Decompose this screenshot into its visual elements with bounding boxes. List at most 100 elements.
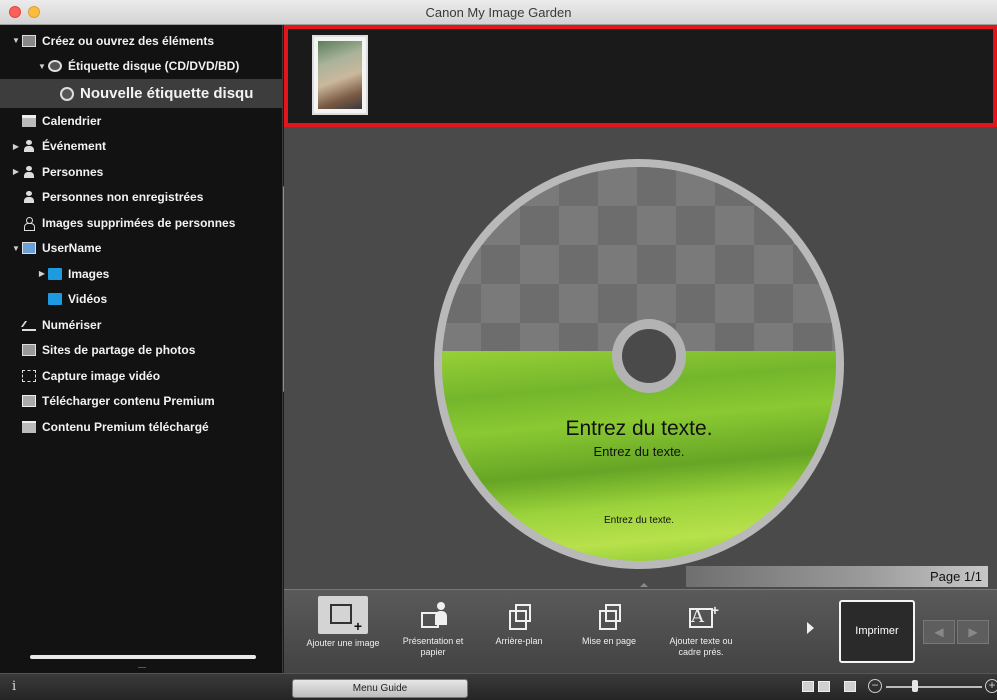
- unregistered-person-icon: [22, 191, 36, 204]
- disc-text-large[interactable]: Entrez du texte.: [434, 417, 844, 441]
- page-nav-buttons: ◀ ▶: [923, 620, 989, 644]
- sidebar-item-images[interactable]: ▶ Images: [0, 261, 283, 287]
- thumbnail-photo: [318, 41, 362, 109]
- sidebar-item-event[interactable]: ▶ Événement: [0, 134, 283, 160]
- presentation-paper-label: Présentation et papier: [402, 636, 464, 657]
- sidebar-item-label: Images: [68, 266, 110, 281]
- sidebar-item-calendar[interactable]: Calendrier: [0, 108, 283, 134]
- collapse-triangle-icon[interactable]: ▶: [10, 142, 22, 151]
- expand-triangle-icon[interactable]: ▼: [10, 244, 22, 253]
- title-bar: Canon My Image Garden: [0, 0, 997, 394]
- next-page-button[interactable]: ▶: [957, 620, 989, 644]
- sidebar-item-downloaded-premium[interactable]: Contenu Premium téléchargé: [0, 414, 283, 440]
- menu-guide-button[interactable]: Menu Guide: [292, 679, 468, 698]
- person-icon: [22, 165, 36, 178]
- panel-resize-handle[interactable]: [640, 583, 648, 587]
- presentation-paper-icon: [417, 602, 449, 632]
- disc-label-preview[interactable]: Entrez du texte. Entrez du texte. Entrez…: [434, 159, 844, 569]
- zoom-out-icon[interactable]: −: [868, 679, 882, 693]
- page-indicator: Page 1/1: [929, 569, 982, 584]
- info-icon[interactable]: i: [12, 679, 16, 694]
- sidebar-horizontal-scrollbar[interactable]: [30, 655, 256, 659]
- sidebar: ▼ Créez ou ouvrez des éléments ▼ Étiquet…: [0, 25, 283, 673]
- disc-text-bottom[interactable]: Entrez du texte.: [434, 515, 844, 526]
- layout-icon: [593, 602, 625, 632]
- sidebar-item-videos[interactable]: Vidéos: [0, 287, 283, 313]
- sidebar-item-download-premium[interactable]: Télécharger contenu Premium: [0, 389, 283, 415]
- disc-label-area: [442, 167, 836, 561]
- image-thumbnail-strip: [284, 25, 997, 127]
- sidebar-item-username[interactable]: ▼ UserName: [0, 236, 283, 262]
- disc-icon: [60, 86, 74, 101]
- sidebar-item-label: UserName: [42, 241, 102, 256]
- add-text-frame-label: Ajouter texte ou cadre prés.: [669, 636, 733, 657]
- sidebar-item-label: Images supprimées de personnes: [42, 215, 236, 230]
- sidebar-item-label: Capture image vidéo: [42, 368, 161, 383]
- sidebar-item-label: Créez ou ouvrez des éléments: [42, 33, 215, 48]
- page-indicator-bar: Page 1/1: [686, 566, 988, 587]
- sidebar-item-photo-sharing[interactable]: Sites de partage de photos: [0, 338, 283, 364]
- add-image-label: Ajouter une image: [306, 638, 380, 648]
- sidebar-item-label: Télécharger contenu Premium: [42, 394, 215, 409]
- presentation-paper-button[interactable]: Présentation et papier: [394, 596, 472, 672]
- sidebar-item-label: Vidéos: [68, 292, 108, 307]
- sidebar-resize-handle[interactable]: [138, 667, 146, 671]
- sidebar-item-new-disc-label[interactable]: Nouvelle étiquette disqu: [0, 79, 283, 108]
- download-premium-icon: [22, 395, 36, 408]
- toolbar-next-arrow-icon[interactable]: [807, 622, 814, 634]
- add-text-frame-button[interactable]: A + Ajouter texte ou cadre prés.: [662, 596, 740, 672]
- sidebar-item-label: Étiquette disque (CD/DVD/BD): [68, 59, 240, 74]
- sidebar-item-people[interactable]: ▶ Personnes: [0, 159, 283, 185]
- edit-canvas: Entrez du texte. Entrez du texte. Entrez…: [284, 127, 997, 589]
- calendar-icon: [22, 114, 36, 127]
- disc-icon: [48, 60, 62, 73]
- disc-center-hole: [622, 329, 676, 383]
- bottom-toolbar: + Ajouter une image Présentation et papi…: [284, 589, 997, 673]
- detail-view-icon[interactable]: [802, 681, 814, 692]
- event-icon: [22, 140, 36, 153]
- sidebar-item-scan[interactable]: Numériser: [0, 312, 283, 338]
- sidebar-item-label: Nouvelle étiquette disqu: [80, 85, 254, 102]
- sidebar-item-unregistered-people[interactable]: Personnes non enregistrées: [0, 185, 283, 211]
- collapse-triangle-icon[interactable]: ▶: [36, 269, 48, 278]
- sidebar-item-deleted-people-images[interactable]: Images supprimées de personnes: [0, 210, 283, 236]
- collapse-triangle-icon[interactable]: ▶: [10, 167, 22, 176]
- folder-icon: [48, 293, 62, 306]
- sidebar-item-label: Personnes: [42, 164, 104, 179]
- image-thumbnail[interactable]: [312, 35, 368, 115]
- sidebar-item-disc-label[interactable]: ▼ Étiquette disque (CD/DVD/BD): [0, 54, 283, 80]
- background-label: Arrière-plan: [495, 636, 543, 646]
- background-button[interactable]: Arrière-plan: [480, 596, 558, 672]
- expand-triangle-icon[interactable]: ▼: [36, 62, 48, 71]
- thumbnail-view-icon[interactable]: [818, 681, 830, 692]
- sidebar-tree: ▼ Créez ou ouvrez des éléments ▼ Étiquet…: [0, 28, 283, 440]
- deleted-person-icon: [22, 216, 36, 231]
- sidebar-item-label: Numériser: [42, 317, 102, 332]
- expand-triangle-icon[interactable]: ▼: [10, 36, 22, 45]
- full-screen-view-icon[interactable]: [844, 681, 856, 692]
- downloaded-premium-icon: [22, 420, 36, 433]
- status-bar: i Menu Guide − +: [0, 673, 997, 700]
- previous-page-button[interactable]: ◀: [923, 620, 955, 644]
- background-icon: [503, 602, 535, 632]
- sidebar-item-label: Personnes non enregistrées: [42, 190, 204, 205]
- sidebar-item-label: Sites de partage de photos: [42, 343, 196, 358]
- sidebar-item-video-capture[interactable]: Capture image vidéo: [0, 363, 283, 389]
- scan-icon: [22, 319, 36, 331]
- disc-text-small[interactable]: Entrez du texte.: [434, 444, 844, 459]
- window-title: Canon My Image Garden: [425, 5, 572, 20]
- layout-button[interactable]: Mise en page: [570, 596, 648, 672]
- add-text-icon: A +: [689, 602, 719, 628]
- video-capture-icon: [22, 369, 36, 382]
- zoom-slider-handle[interactable]: [912, 680, 918, 692]
- add-image-button[interactable]: + Ajouter une image: [304, 596, 382, 672]
- sidebar-item-create-items[interactable]: ▼ Créez ou ouvrez des éléments: [0, 28, 283, 54]
- sidebar-item-label: Contenu Premium téléchargé: [42, 419, 209, 434]
- zoom-in-icon[interactable]: +: [985, 679, 997, 693]
- computer-icon: [22, 242, 36, 255]
- zoom-slider[interactable]: [886, 686, 982, 688]
- folder-icon: [48, 267, 62, 280]
- photo-sharing-icon: [22, 344, 36, 357]
- add-image-icon: +: [318, 596, 368, 634]
- print-button[interactable]: Imprimer: [839, 600, 915, 663]
